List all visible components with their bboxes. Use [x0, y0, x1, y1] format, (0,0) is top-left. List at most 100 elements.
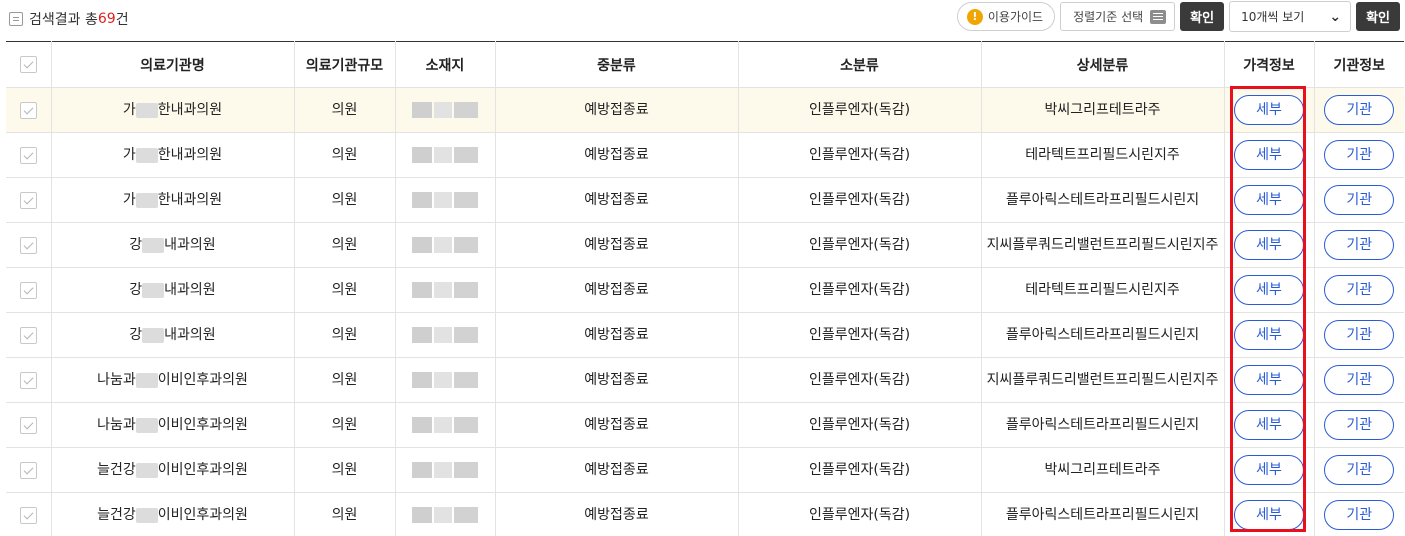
price-detail-button[interactable]: 세부 — [1234, 185, 1304, 215]
org-info-cell: 기관 — [1314, 492, 1404, 536]
redacted-address — [412, 282, 478, 298]
institution-size-cell: 의원 — [294, 222, 396, 268]
list-icon — [9, 12, 23, 26]
col-header-org-info: 기관정보 — [1314, 41, 1404, 88]
org-info-button[interactable]: 기관 — [1324, 365, 1395, 395]
org-info-button[interactable]: 기관 — [1324, 275, 1395, 305]
institution-name[interactable]: 늘건강 이비인후과의원 — [97, 462, 248, 478]
org-info-cell: 기관 — [1314, 267, 1404, 313]
org-info-button[interactable]: 기관 — [1324, 95, 1395, 125]
detail-category-cell: 플루아릭스테트라프리필드시린지 — [981, 402, 1225, 448]
per-page-confirm-button[interactable]: 확인 — [1356, 2, 1400, 31]
price-detail-button[interactable]: 세부 — [1234, 320, 1304, 350]
institution-name[interactable]: 가 한내과의원 — [123, 147, 222, 163]
detail-category-cell: 플루아릭스테트라프리필드시린지 — [981, 177, 1225, 223]
institution-name[interactable]: 강 내과의원 — [129, 237, 215, 253]
institution-size-cell: 의원 — [294, 447, 396, 493]
row-checkbox[interactable] — [19, 101, 37, 119]
price-detail-button[interactable]: 세부 — [1234, 365, 1304, 395]
row-checkbox[interactable] — [19, 326, 37, 344]
institution-name[interactable]: 강 내과의원 — [129, 327, 215, 343]
org-info-button[interactable]: 기관 — [1324, 455, 1395, 485]
table-row: 강 내과의원 의원 예방접종료 인플루엔자(독감) 테라텍트프리필드시린지주 세부 기관 — [6, 267, 1404, 313]
institution-name-cell: 늘건강 이비인후과의원 — [51, 447, 295, 493]
location-cell — [395, 312, 496, 358]
institution-name[interactable]: 나눔과 이비인후과의원 — [97, 372, 248, 388]
toolbar-controls: ! 이용가이드 정렬기준 선택 확인 10개씩 보기 ⌄ 확인 — [956, 1, 1400, 32]
row-select-cell — [6, 222, 52, 268]
org-info-button[interactable]: 기관 — [1324, 185, 1395, 215]
result-summary-prefix: 검색결과 총 — [29, 12, 98, 28]
row-checkbox[interactable] — [19, 416, 37, 434]
price-detail-button[interactable]: 세부 — [1234, 95, 1304, 125]
row-select-cell — [6, 177, 52, 223]
org-info-cell: 기관 — [1314, 312, 1404, 358]
institution-name-cell: 나눔과 이비인후과의원 — [51, 402, 295, 448]
sub-category-cell: 인플루엔자(독감) — [738, 312, 982, 358]
redacted-address — [412, 102, 478, 118]
sort-confirm-button[interactable]: 확인 — [1180, 2, 1225, 31]
per-page-select[interactable]: 10개씩 보기 ⌄ — [1229, 1, 1352, 32]
row-checkbox[interactable] — [19, 506, 37, 524]
table-row: 가 한내과의원 의원 예방접종료 인플루엔자(독감) 테라텍트프리필드시린지주 세부 기관 — [6, 132, 1404, 178]
institution-name[interactable]: 강 내과의원 — [129, 282, 215, 298]
org-info-button[interactable]: 기관 — [1324, 140, 1395, 170]
sub-category-cell: 인플루엔자(독감) — [738, 222, 982, 268]
row-select-cell — [6, 87, 52, 133]
table-row: 가 한내과의원 의원 예방접종료 인플루엔자(독감) 플루아릭스테트라프리필드시린지 세부 기… — [6, 177, 1404, 223]
select-all-checkbox[interactable] — [19, 56, 37, 73]
institution-name[interactable]: 늘건강 이비인후과의원 — [97, 507, 248, 523]
mid-category-cell: 예방접종료 — [495, 312, 739, 358]
org-info-button[interactable]: 기관 — [1324, 320, 1395, 350]
per-page-label: 10개씩 보기 — [1241, 10, 1305, 24]
table-row: 강 내과의원 의원 예방접종료 인플루엔자(독감) 플루아릭스테트라프리필드시린지 세부 기관 — [6, 312, 1404, 358]
table-row: 나눔과 이비인후과의원 의원 예방접종료 인플루엔자(독감) 플루아릭스테트라프리필드시린… — [6, 402, 1404, 448]
sort-select-button[interactable]: 정렬기준 선택 — [1060, 2, 1176, 31]
price-info-cell: 세부 — [1224, 132, 1315, 178]
price-detail-button[interactable]: 세부 — [1234, 455, 1304, 485]
org-info-button[interactable]: 기관 — [1324, 230, 1395, 260]
row-checkbox[interactable] — [19, 236, 37, 254]
redacted-name-part — [135, 147, 158, 163]
col-header-mid-category: 중분류 — [495, 41, 739, 88]
row-checkbox[interactable] — [19, 281, 37, 299]
institution-name-end: 이비인후과의원 — [157, 462, 248, 478]
row-checkbox[interactable] — [19, 146, 37, 164]
col-header-name: 의료기관명 — [51, 41, 295, 88]
institution-name-cell: 강 내과의원 — [51, 222, 295, 268]
price-detail-button[interactable]: 세부 — [1234, 230, 1304, 260]
detail-category-cell: 테라텍트프리필드시린지주 — [981, 267, 1225, 313]
price-info-cell: 세부 — [1224, 177, 1315, 223]
detail-category-cell: 지씨플루쿼드리밸런트프리필드시린지주 — [981, 222, 1225, 268]
price-detail-button[interactable]: 세부 — [1234, 410, 1304, 440]
institution-name[interactable]: 가 한내과의원 — [123, 192, 222, 208]
institution-name-end: 한내과의원 — [157, 192, 223, 208]
detail-category-cell: 박씨그리프테트라주 — [981, 447, 1225, 493]
row-checkbox[interactable] — [19, 461, 37, 479]
location-cell — [395, 402, 496, 448]
row-checkbox[interactable] — [19, 191, 37, 209]
price-detail-button[interactable]: 세부 — [1234, 500, 1304, 530]
institution-name-start: 강 — [129, 282, 143, 298]
usage-guide-button[interactable]: ! 이용가이드 — [956, 2, 1056, 31]
price-detail-button[interactable]: 세부 — [1234, 275, 1304, 305]
detail-category-cell: 플루아릭스테트라프리필드시린지 — [981, 492, 1225, 536]
table-row: 늘건강 이비인후과의원 의원 예방접종료 인플루엔자(독감) 플루아릭스테트라프리필드시린… — [6, 492, 1404, 536]
institution-name[interactable]: 나눔과 이비인후과의원 — [97, 417, 248, 433]
institution-size-cell: 의원 — [294, 132, 396, 178]
price-detail-button[interactable]: 세부 — [1234, 140, 1304, 170]
detail-category-cell: 지씨플루쿼드리밸런트프리필드시린지주 — [981, 357, 1225, 403]
location-cell — [395, 447, 496, 493]
table-header-row: 의료기관명 의료기관규모 소재지 중분류 소분류 상세분류 가격정보 기관정보 — [6, 41, 1404, 88]
org-info-button[interactable]: 기관 — [1324, 410, 1395, 440]
table-row: 강 내과의원 의원 예방접종료 인플루엔자(독감) 지씨플루쿼드리밸런트프리필드시린지주 세… — [6, 222, 1404, 268]
redacted-address — [412, 327, 478, 343]
org-info-button[interactable]: 기관 — [1324, 500, 1395, 530]
results-table: 의료기관명 의료기관규모 소재지 중분류 소분류 상세분류 가격정보 기관정보 … — [6, 41, 1404, 536]
row-checkbox[interactable] — [19, 371, 37, 389]
redacted-name-part — [142, 327, 165, 343]
location-cell — [395, 492, 496, 536]
detail-category-cell: 플루아릭스테트라프리필드시린지 — [981, 312, 1225, 358]
institution-name[interactable]: 가 한내과의원 — [123, 102, 222, 118]
org-info-cell: 기관 — [1314, 402, 1404, 448]
